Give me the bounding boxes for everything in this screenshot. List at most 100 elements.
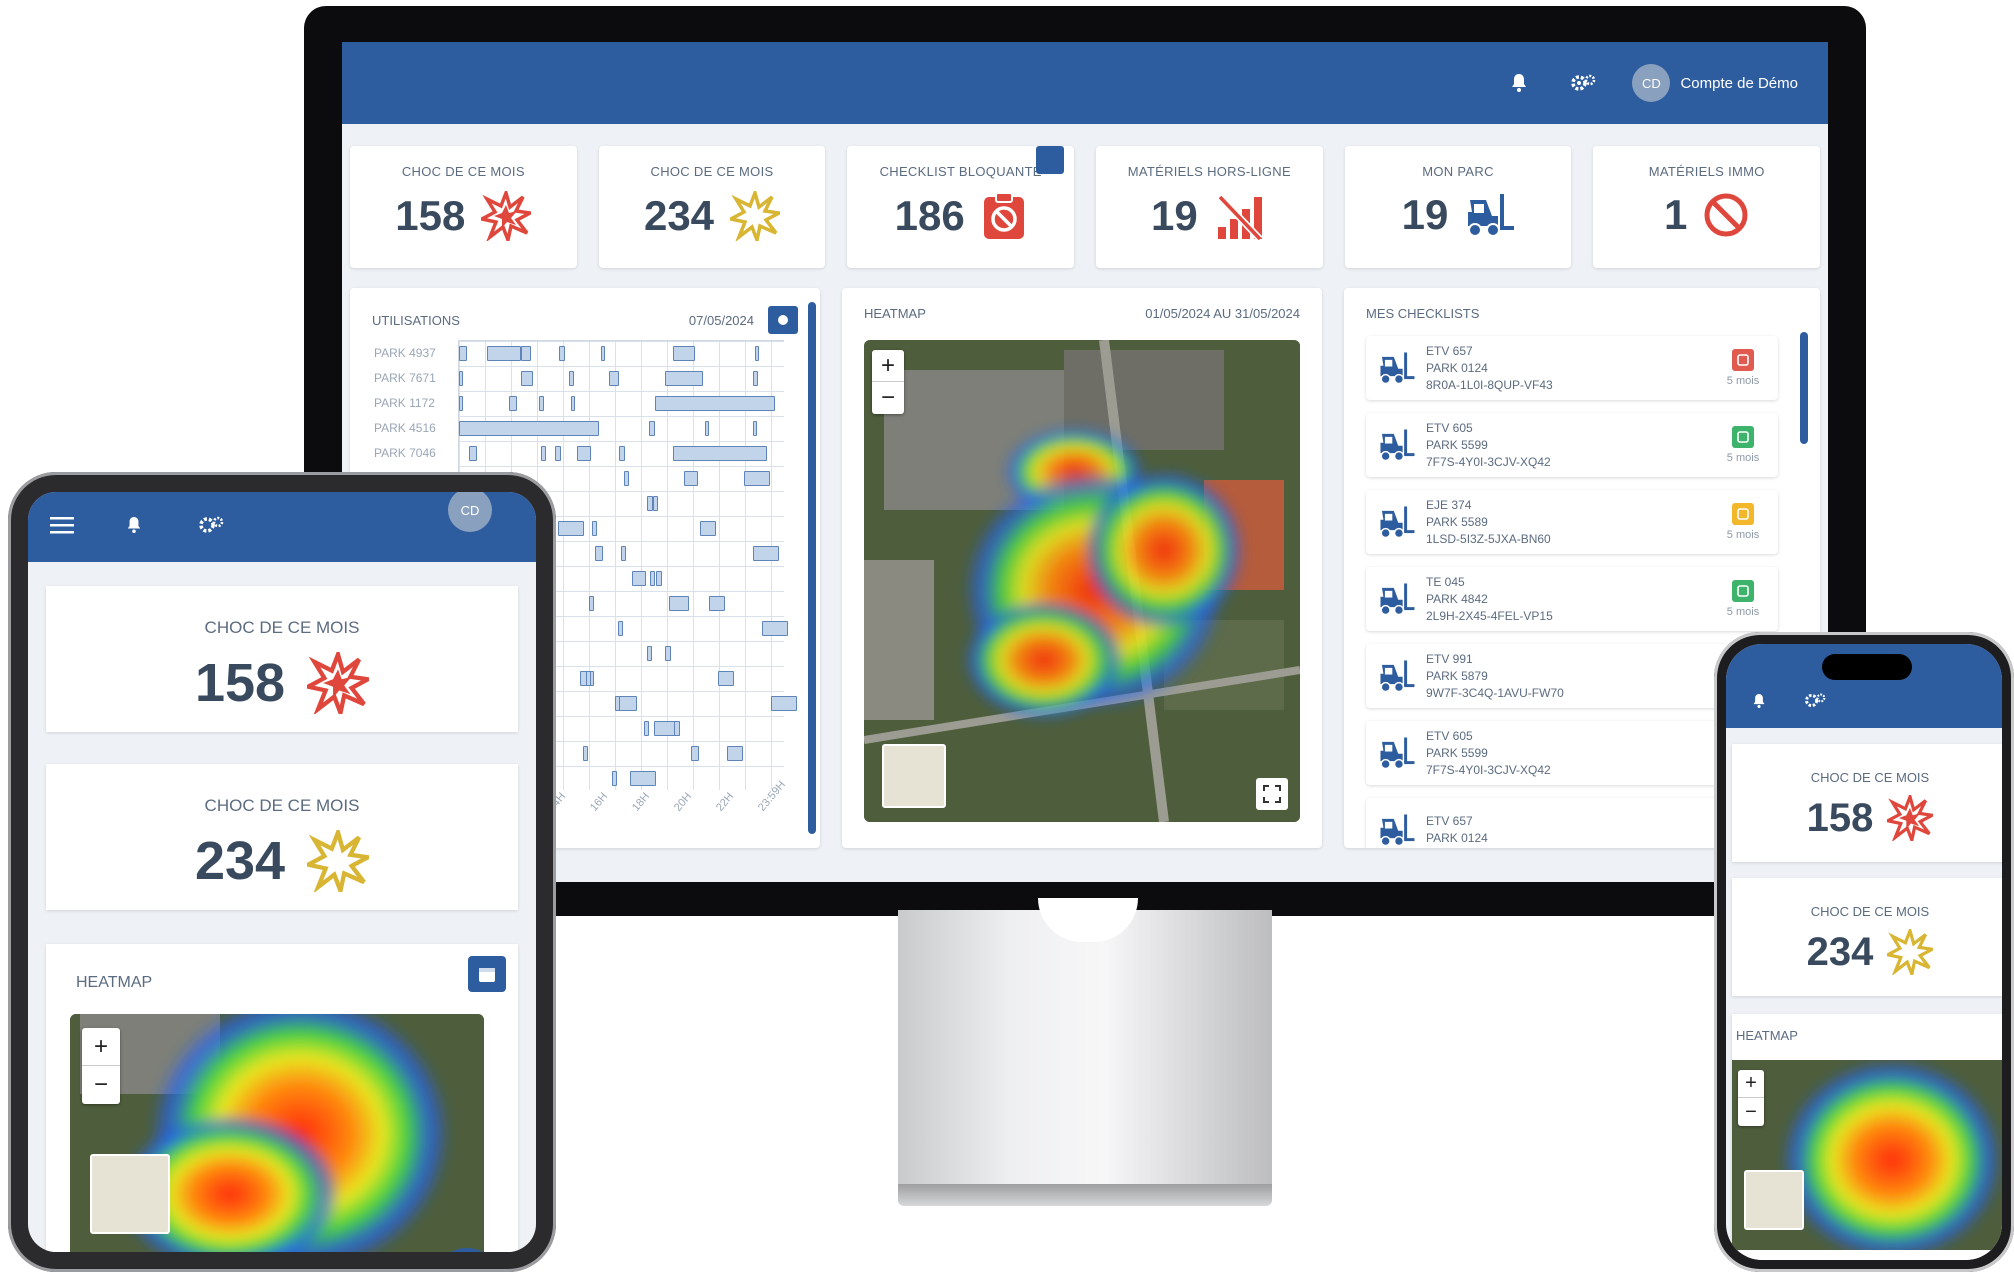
usage-bar[interactable] [762,621,788,636]
kpi-card-immobilized-equipment[interactable]: MATÉRIELS IMMO 1 [1593,146,1821,268]
usage-bar[interactable] [630,771,656,786]
usage-bar[interactable] [700,521,716,536]
bell-icon[interactable] [126,516,142,539]
usage-bar[interactable] [539,396,544,411]
usage-bar[interactable] [673,446,767,461]
usage-bar[interactable] [649,421,655,436]
usage-bar[interactable] [650,571,655,586]
zoom-in-button[interactable]: + [872,350,904,382]
usage-bar[interactable] [753,546,779,561]
usage-bar[interactable] [571,396,575,411]
usage-bar[interactable] [459,346,467,361]
usage-bar[interactable] [718,671,734,686]
usage-bar[interactable] [618,621,623,636]
usage-bar[interactable] [615,696,620,711]
usage-bar[interactable] [558,521,584,536]
zoom-out-button[interactable]: − [1738,1098,1764,1126]
usage-bar[interactable] [771,696,797,711]
usage-bar[interactable] [459,421,599,436]
minimap-toggle[interactable] [882,744,946,808]
usage-bar[interactable] [592,521,597,536]
usage-bar[interactable] [589,596,594,611]
usage-bar[interactable] [586,671,591,686]
usage-bar[interactable] [744,471,770,486]
usage-bar[interactable] [577,446,591,461]
user-menu[interactable]: CD Compte de Démo [1632,64,1798,102]
kpi-card-shocks-1[interactable]: CHOC DE CE MOIS 158 [1732,744,2002,862]
usage-bar[interactable] [753,371,758,386]
kpi-card-shocks-1[interactable]: CHOC DE CE MOIS 158 [350,146,577,268]
usage-bar[interactable] [624,471,629,486]
usage-bar[interactable] [521,371,533,386]
usage-bar[interactable] [555,446,561,461]
usage-bar[interactable] [509,396,517,411]
scrollbar[interactable] [808,302,816,834]
usage-bar[interactable] [609,371,619,386]
heatmap-map[interactable]: + − [70,1014,484,1252]
calendar-button[interactable] [468,956,506,992]
usage-bar[interactable] [665,371,703,386]
usage-bar[interactable] [521,346,531,361]
usage-bar[interactable] [595,546,603,561]
kpi-card-shocks-1[interactable]: CHOC DE CE MOIS 158 [46,586,518,732]
usage-bar[interactable] [487,346,521,361]
heatmap-map[interactable]: + − [1732,1060,2002,1250]
usage-bar[interactable] [665,646,671,661]
usage-bar[interactable] [709,596,725,611]
usage-bar[interactable] [601,346,605,361]
checklist-item[interactable]: ETV 657 PARK 0124 8R0A-1L0I-8QUP-VF43 5 moi… [1366,336,1778,400]
usage-bar[interactable] [684,471,698,486]
usage-bar[interactable] [617,696,637,711]
avatar[interactable]: CD [448,492,492,532]
bell-icon[interactable] [1504,68,1534,98]
usage-bar[interactable] [619,446,625,461]
settings-gears-icon[interactable] [198,515,224,540]
minimap-toggle[interactable] [1744,1170,1804,1230]
usage-bar[interactable] [727,746,743,761]
corner-action-button[interactable] [1036,146,1065,174]
kpi-card-blocking-checklist[interactable]: CHECKLIST BLOQUANTE 186 [847,146,1075,268]
usage-bar[interactable] [755,346,759,361]
hamburger-menu-icon[interactable] [50,516,74,539]
usage-bar[interactable] [705,421,709,436]
heatmap-map[interactable]: + − [864,340,1300,822]
checklist-item[interactable]: TE 045 PARK 4842 2L9H-2X45-4FEL-VP15 5 mois [1366,567,1778,631]
usage-bar[interactable] [669,596,689,611]
panel-action-button[interactable] [768,306,798,334]
usage-bar[interactable] [612,771,617,786]
scrollbar[interactable] [1800,332,1808,444]
kpi-card-shocks-2[interactable]: CHOC DE CE MOIS 234 [1732,878,2002,996]
zoom-out-button[interactable]: − [872,382,904,414]
usage-bar[interactable] [753,421,757,436]
usage-bar[interactable] [459,371,463,386]
usage-bar[interactable] [569,371,574,386]
checklist-item[interactable]: EJE 374 PARK 5589 1LSD-5I3Z-5JXA-BN60 5 moi… [1366,490,1778,554]
usage-bar[interactable] [673,346,695,361]
zoom-in-button[interactable]: + [1738,1070,1764,1098]
checklist-item[interactable]: ETV 605 PARK 5599 7F7S-4Y0I-3CJV-XQ42 5 moi… [1366,413,1778,477]
usage-bar[interactable] [655,396,775,411]
usage-bar[interactable] [469,446,477,461]
usage-bar[interactable] [653,496,658,511]
zoom-in-button[interactable]: + [82,1028,120,1066]
usage-bar[interactable] [583,746,588,761]
usage-bar[interactable] [644,721,649,736]
usage-bar[interactable] [621,546,626,561]
usage-bar[interactable] [632,571,646,586]
kpi-card-my-fleet[interactable]: MON PARC 19 [1344,146,1572,268]
usage-bar[interactable] [647,646,652,661]
settings-gears-icon[interactable] [1804,692,1826,714]
fullscreen-button[interactable] [1256,778,1288,810]
zoom-out-button[interactable]: − [82,1066,120,1104]
bell-icon[interactable] [1752,693,1766,714]
kpi-card-shocks-2[interactable]: CHOC DE CE MOIS 234 [598,146,826,268]
kpi-card-shocks-2[interactable]: CHOC DE CE MOIS 234 [46,764,518,910]
usage-bar[interactable] [459,396,463,411]
usage-bar[interactable] [541,446,546,461]
usage-bar[interactable] [559,346,565,361]
settings-gears-icon[interactable] [1568,68,1598,98]
usage-bar[interactable] [691,746,699,761]
usage-bar[interactable] [656,571,662,586]
usage-bar[interactable] [674,721,680,736]
minimap-toggle[interactable] [90,1154,170,1234]
